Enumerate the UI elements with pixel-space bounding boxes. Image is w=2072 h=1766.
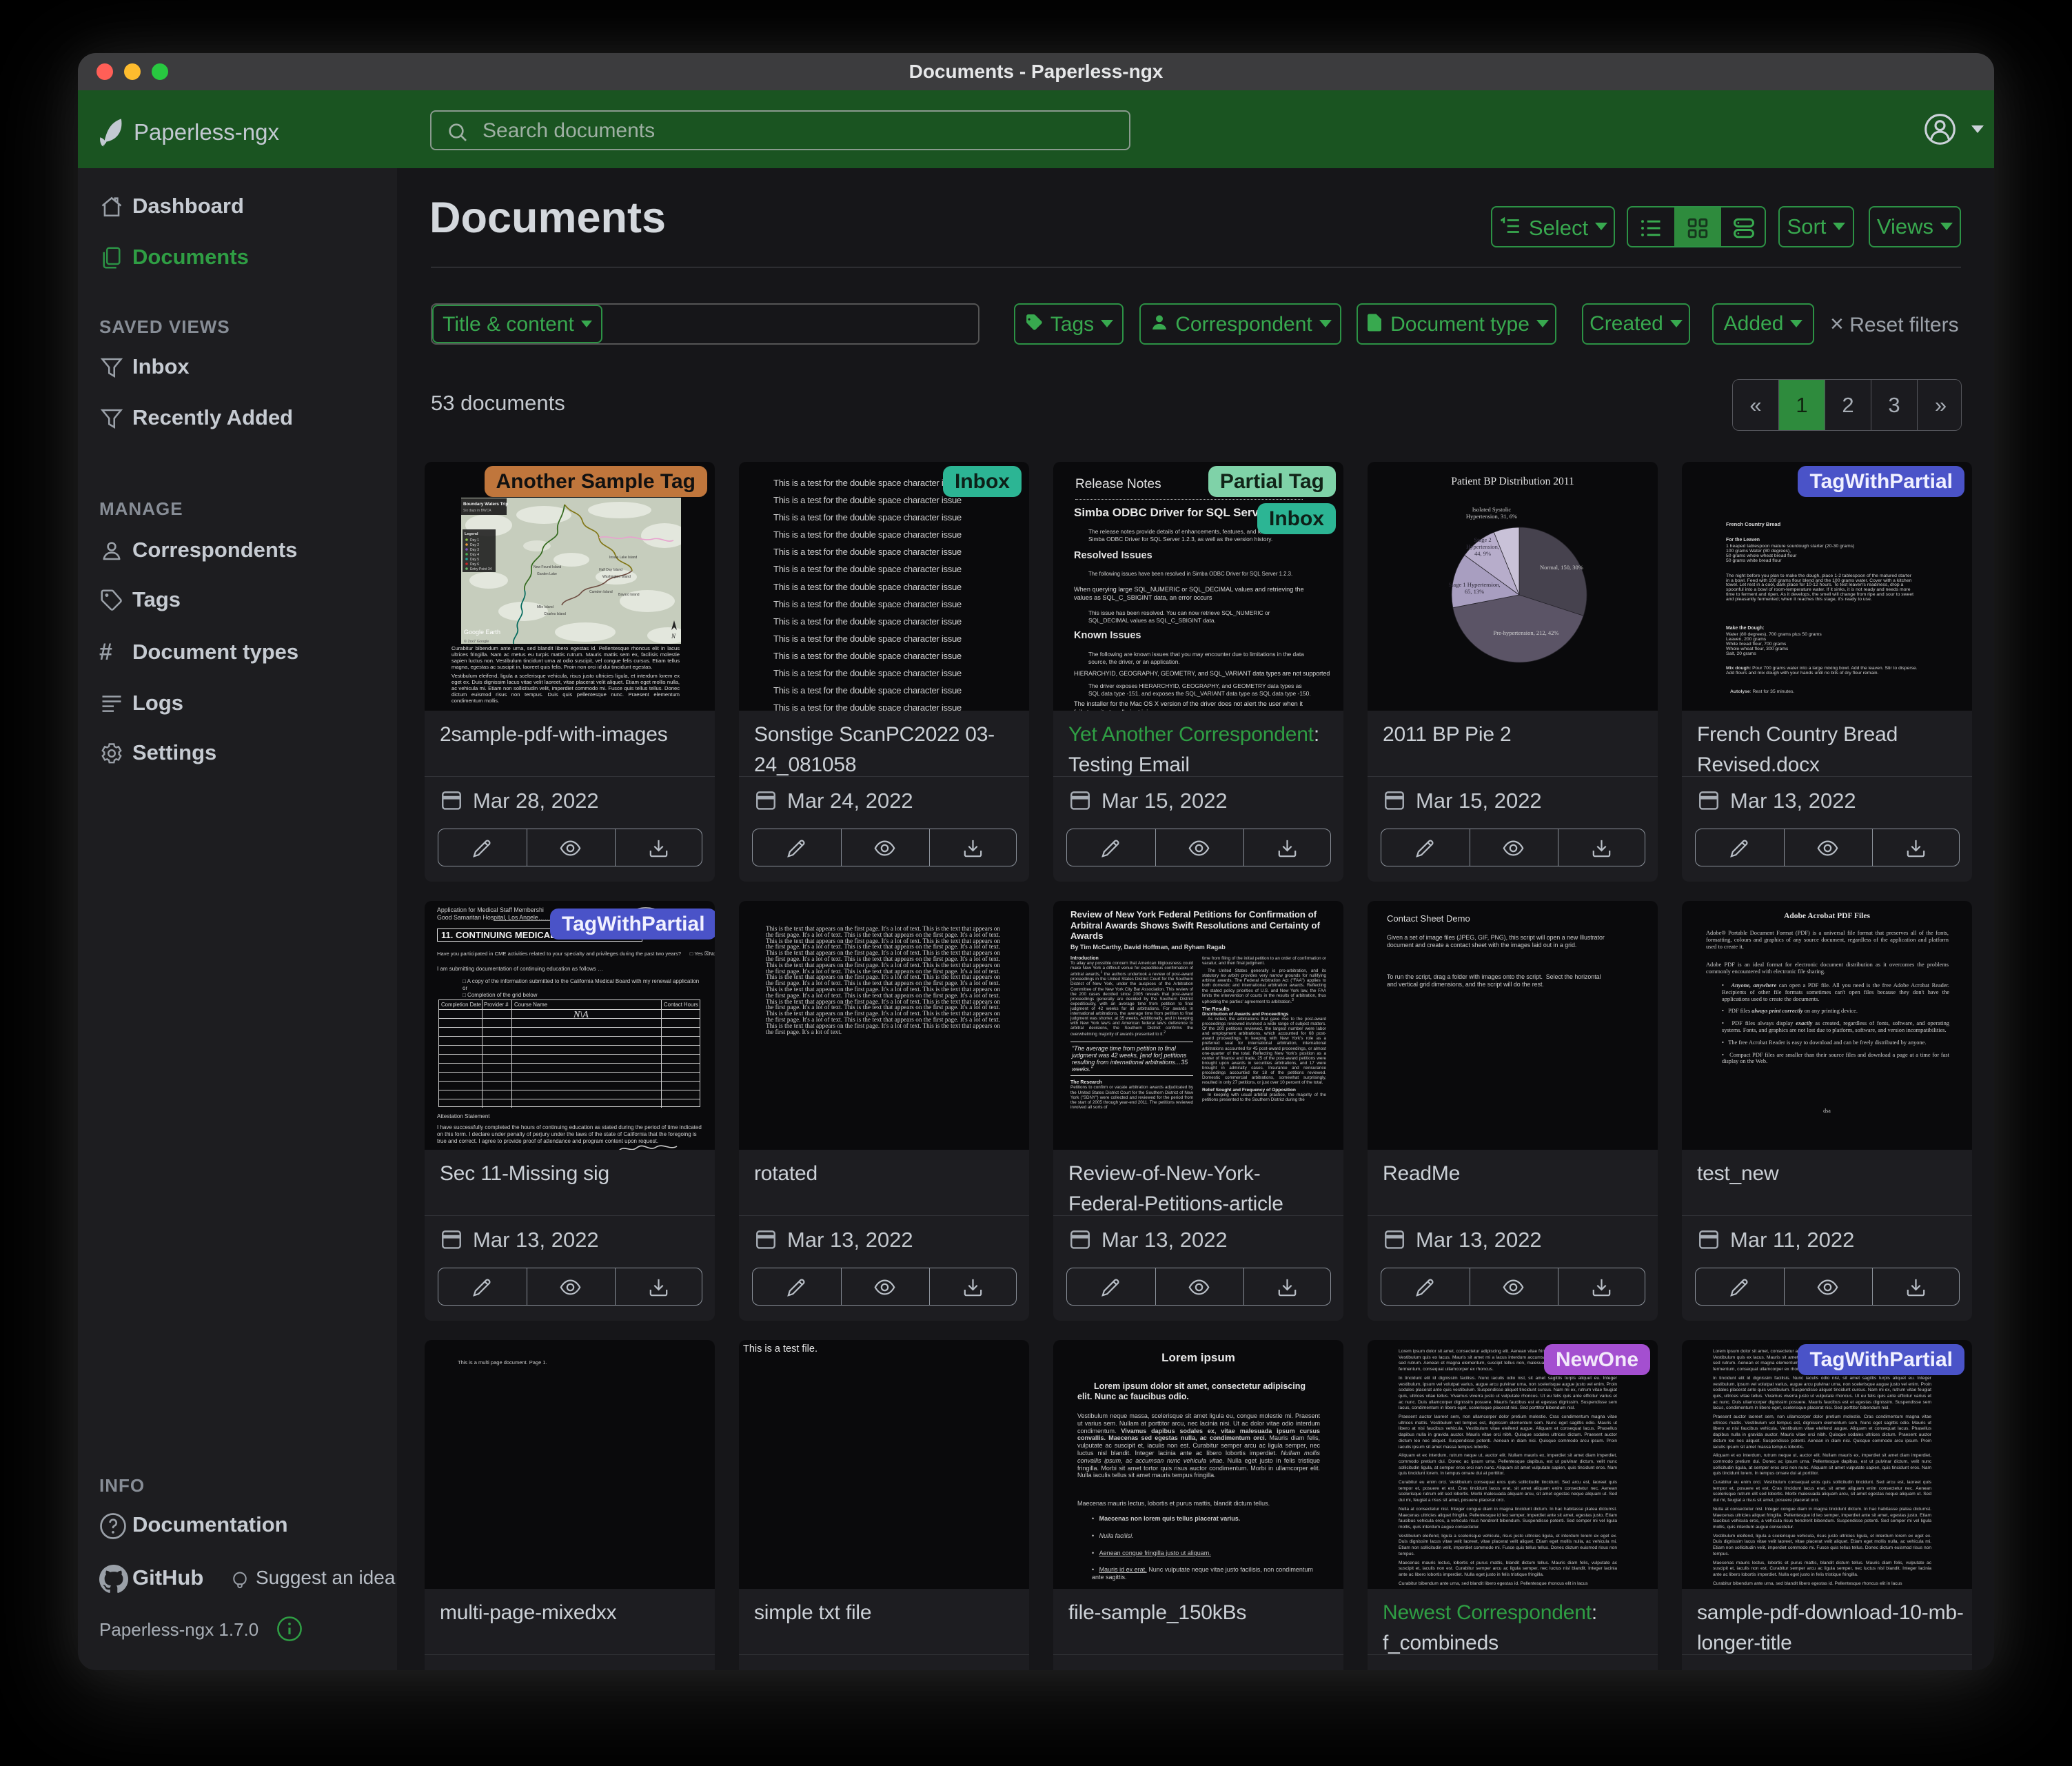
svg-text:Camden Island: Camden Island — [589, 590, 613, 594]
svg-text:Day 1: Day 1 — [470, 538, 479, 542]
svg-text:Insula Lake Island: Insula Lake Island — [609, 556, 638, 560]
svg-text:© 2xx7 Google: © 2xx7 Google — [464, 639, 489, 644]
svg-text:Bayard Island: Bayard Island — [618, 593, 640, 597]
svg-text:Boundary Waters Trip: Boundary Waters Trip — [463, 502, 508, 507]
svg-text:New Found Island: New Found Island — [534, 565, 562, 569]
svg-text:Day 2: Day 2 — [470, 543, 479, 547]
svg-text:Google Earth: Google Earth — [464, 629, 500, 636]
svg-text:Charles Island: Charles Island — [544, 612, 566, 616]
svg-text:Entry Point 34: Entry Point 34 — [470, 567, 492, 571]
svg-text:Mile Island: Mile Island — [537, 605, 553, 609]
svg-text:Day 6: Day 6 — [470, 562, 479, 567]
svg-text:Washington Island: Washington Island — [602, 575, 631, 579]
svg-text:Legend: Legend — [465, 532, 478, 536]
svg-text:Half Day Island: Half Day Island — [599, 568, 622, 572]
svg-text:N: N — [671, 633, 676, 640]
svg-text:Six days in BWCA: Six days in BWCA — [463, 509, 491, 513]
svg-text:Day 5: Day 5 — [470, 558, 479, 562]
svg-text:Garden Lake: Garden Lake — [537, 572, 557, 576]
svg-text:Day 4: Day 4 — [470, 553, 479, 557]
svg-text:Day 3: Day 3 — [470, 548, 479, 552]
